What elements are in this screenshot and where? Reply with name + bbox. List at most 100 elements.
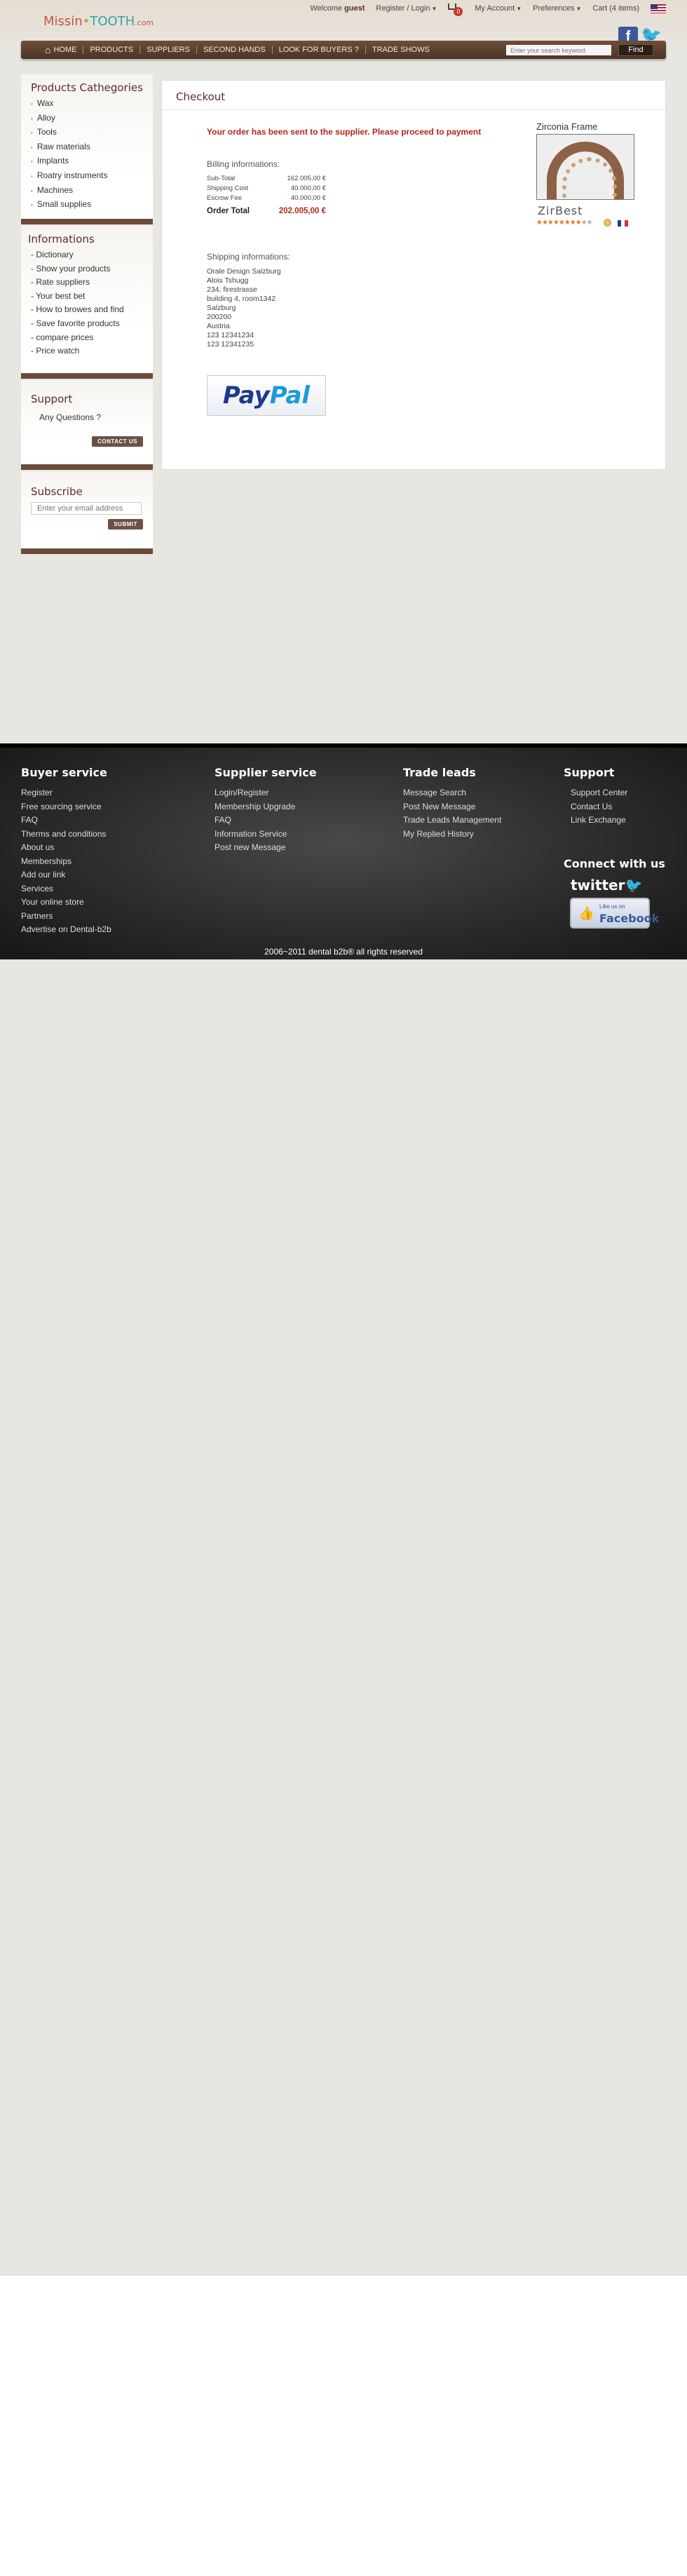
footer-link[interactable]: About us <box>21 841 111 855</box>
home-icon[interactable]: ⌂ <box>45 44 50 55</box>
nav-home[interactable]: HOME <box>50 46 84 54</box>
find-button[interactable]: Find <box>618 44 653 56</box>
footer-link[interactable]: Contact Us <box>564 800 627 814</box>
footer-link[interactable]: Support Center <box>564 786 627 800</box>
logo-text-1: Missin <box>43 14 83 29</box>
category-item[interactable]: • Implants <box>31 154 153 169</box>
category-item[interactable]: • Tools <box>31 126 153 140</box>
nav-trade-shows[interactable]: TRADE SHOWS <box>366 46 436 54</box>
facebook-like-button[interactable]: 👍 Like us on Facebook <box>570 898 659 929</box>
star-filled-icon: ★★★★★★★★ <box>536 219 582 227</box>
site-logo[interactable]: Missin•TOOTH.com <box>43 14 154 29</box>
footer-link[interactable]: Post New Message <box>403 800 501 814</box>
footer-link[interactable]: Trade Leads Management <box>403 814 501 828</box>
bullet-icon: • <box>31 187 33 194</box>
footer-link[interactable]: FAQ <box>21 814 111 828</box>
sidebar-categories: Products Cathegories • Wax • Alloy • Tools … <box>21 74 153 224</box>
nav-products[interactable]: PRODUCTS <box>83 46 141 54</box>
logo-text-2: TOOTH <box>90 14 135 29</box>
product-brand[interactable]: ZirBest <box>538 204 583 217</box>
footer-link[interactable]: Therms and conditions <box>21 828 111 842</box>
footer-link[interactable]: Membership Upgrade <box>215 800 317 814</box>
twitter-link[interactable]: twitter🐦 <box>571 877 642 893</box>
footer-link[interactable]: Your online store <box>21 896 111 910</box>
info-item[interactable]: - Show your products <box>31 262 153 276</box>
footer-link[interactable]: Services <box>21 882 111 896</box>
france-flag-icon <box>618 220 628 227</box>
notification-cart-icon[interactable]: 0 <box>448 4 463 16</box>
thumbs-up-icon: 👍 <box>578 906 594 920</box>
info-item[interactable]: - Save favorite products <box>31 317 153 331</box>
footer-link[interactable]: Memberships <box>21 855 111 869</box>
paypal-button[interactable]: PayPal <box>207 375 326 416</box>
footer-link[interactable]: My Replied History <box>403 828 501 842</box>
footer-link[interactable]: Login/Register <box>215 786 317 800</box>
billing-row-label: Escrow Fee <box>207 194 243 202</box>
sidebar-support: Support Any Questions ? CONTACT US <box>21 380 153 470</box>
category-item[interactable]: • Small supplies <box>31 198 153 213</box>
page-title: Checkout <box>176 90 226 103</box>
footer-link[interactable]: Message Search <box>403 786 501 800</box>
logo-suffix: .com <box>135 18 154 27</box>
support-title: Support <box>31 393 73 405</box>
footer-supplier-column: Supplier service Login/Register Membersh… <box>215 766 317 855</box>
category-item[interactable]: • Wax <box>31 97 153 112</box>
star-empty-icon: ★★ <box>580 219 593 227</box>
product-name[interactable]: Zirconia Frame <box>536 121 597 132</box>
footer-support-title: Support <box>564 766 615 779</box>
nav-suppliers[interactable]: SUPPLIERS <box>140 46 197 54</box>
info-item[interactable]: - Dictionary <box>31 248 153 262</box>
submit-button[interactable]: SUBMIT <box>108 519 143 530</box>
order-status-message: Your order has been sent to the supplier… <box>207 127 482 137</box>
product-rating: ★★★★★★★★★★ <box>536 219 593 227</box>
info-item[interactable]: - Rate suppliers <box>31 276 153 290</box>
nav-second-hands[interactable]: SECOND HANDS <box>197 46 273 54</box>
footer-supplier-title: Supplier service <box>215 766 317 779</box>
info-item[interactable]: - Price watch <box>31 344 153 358</box>
footer-link[interactable]: Information Service <box>215 828 317 842</box>
dental-frame-image <box>547 142 624 199</box>
contact-us-button[interactable]: CONTACT US <box>92 436 143 447</box>
like-us-label: Like us on <box>599 903 625 910</box>
preferences-menu[interactable]: Preferences ▼ <box>533 4 581 13</box>
category-label: Tools <box>36 127 57 137</box>
register-login-label: Register / Login <box>376 4 430 13</box>
bullet-icon: • <box>31 101 33 107</box>
my-account-label: My Account <box>475 4 515 13</box>
chevron-down-icon: ▼ <box>431 6 437 12</box>
product-image[interactable] <box>536 134 634 200</box>
shipping-line: Orale Design Salzburg <box>207 267 281 276</box>
category-item[interactable]: • Alloy <box>31 112 153 126</box>
footer-link[interactable]: Register <box>21 786 111 800</box>
email-field[interactable] <box>31 502 142 515</box>
search-input[interactable] <box>506 45 611 55</box>
shipping-line: 234, firestrasse <box>207 285 257 294</box>
footer-link[interactable]: Post new Message <box>215 841 317 855</box>
footer-link[interactable]: Advertise on Dental-b2b <box>21 923 111 937</box>
support-question: Any Questions ? <box>39 412 102 422</box>
cart-link[interactable]: Cart (4 items) <box>592 4 639 13</box>
footer-link[interactable]: FAQ <box>215 814 317 828</box>
footer-link[interactable]: Add our link <box>21 868 111 882</box>
category-item[interactable]: • Machines <box>31 184 153 198</box>
chevron-down-icon: ▼ <box>576 6 582 12</box>
informations-title: Informations <box>28 233 95 245</box>
bullet-icon: • <box>31 173 33 180</box>
footer-link[interactable]: Link Exchange <box>564 814 627 828</box>
my-account-menu[interactable]: My Account ▼ <box>475 4 522 13</box>
category-item[interactable]: • Raw materials <box>31 140 153 155</box>
facebook-label: Facebook <box>599 912 660 925</box>
info-item[interactable]: - Your best bet <box>31 290 153 304</box>
footer-link[interactable]: Partners <box>21 910 111 924</box>
us-flag-icon[interactable] <box>651 4 666 13</box>
info-item[interactable]: - compare prices <box>31 331 153 345</box>
category-item[interactable]: • Roatry instruments <box>31 169 153 184</box>
nav-look-for-buyers[interactable]: LOOK FOR BUYERS ? <box>273 46 366 54</box>
shipping-line: building 4, room1342 <box>207 295 276 303</box>
bullet-icon: • <box>31 159 33 166</box>
divider <box>162 109 665 110</box>
footer-link[interactable]: Free sourcing service <box>21 800 111 814</box>
register-login-link[interactable]: Register / Login ▼ <box>376 4 437 13</box>
cart-badge: 0 <box>454 7 463 16</box>
info-item[interactable]: - How to browes and find <box>31 303 153 317</box>
